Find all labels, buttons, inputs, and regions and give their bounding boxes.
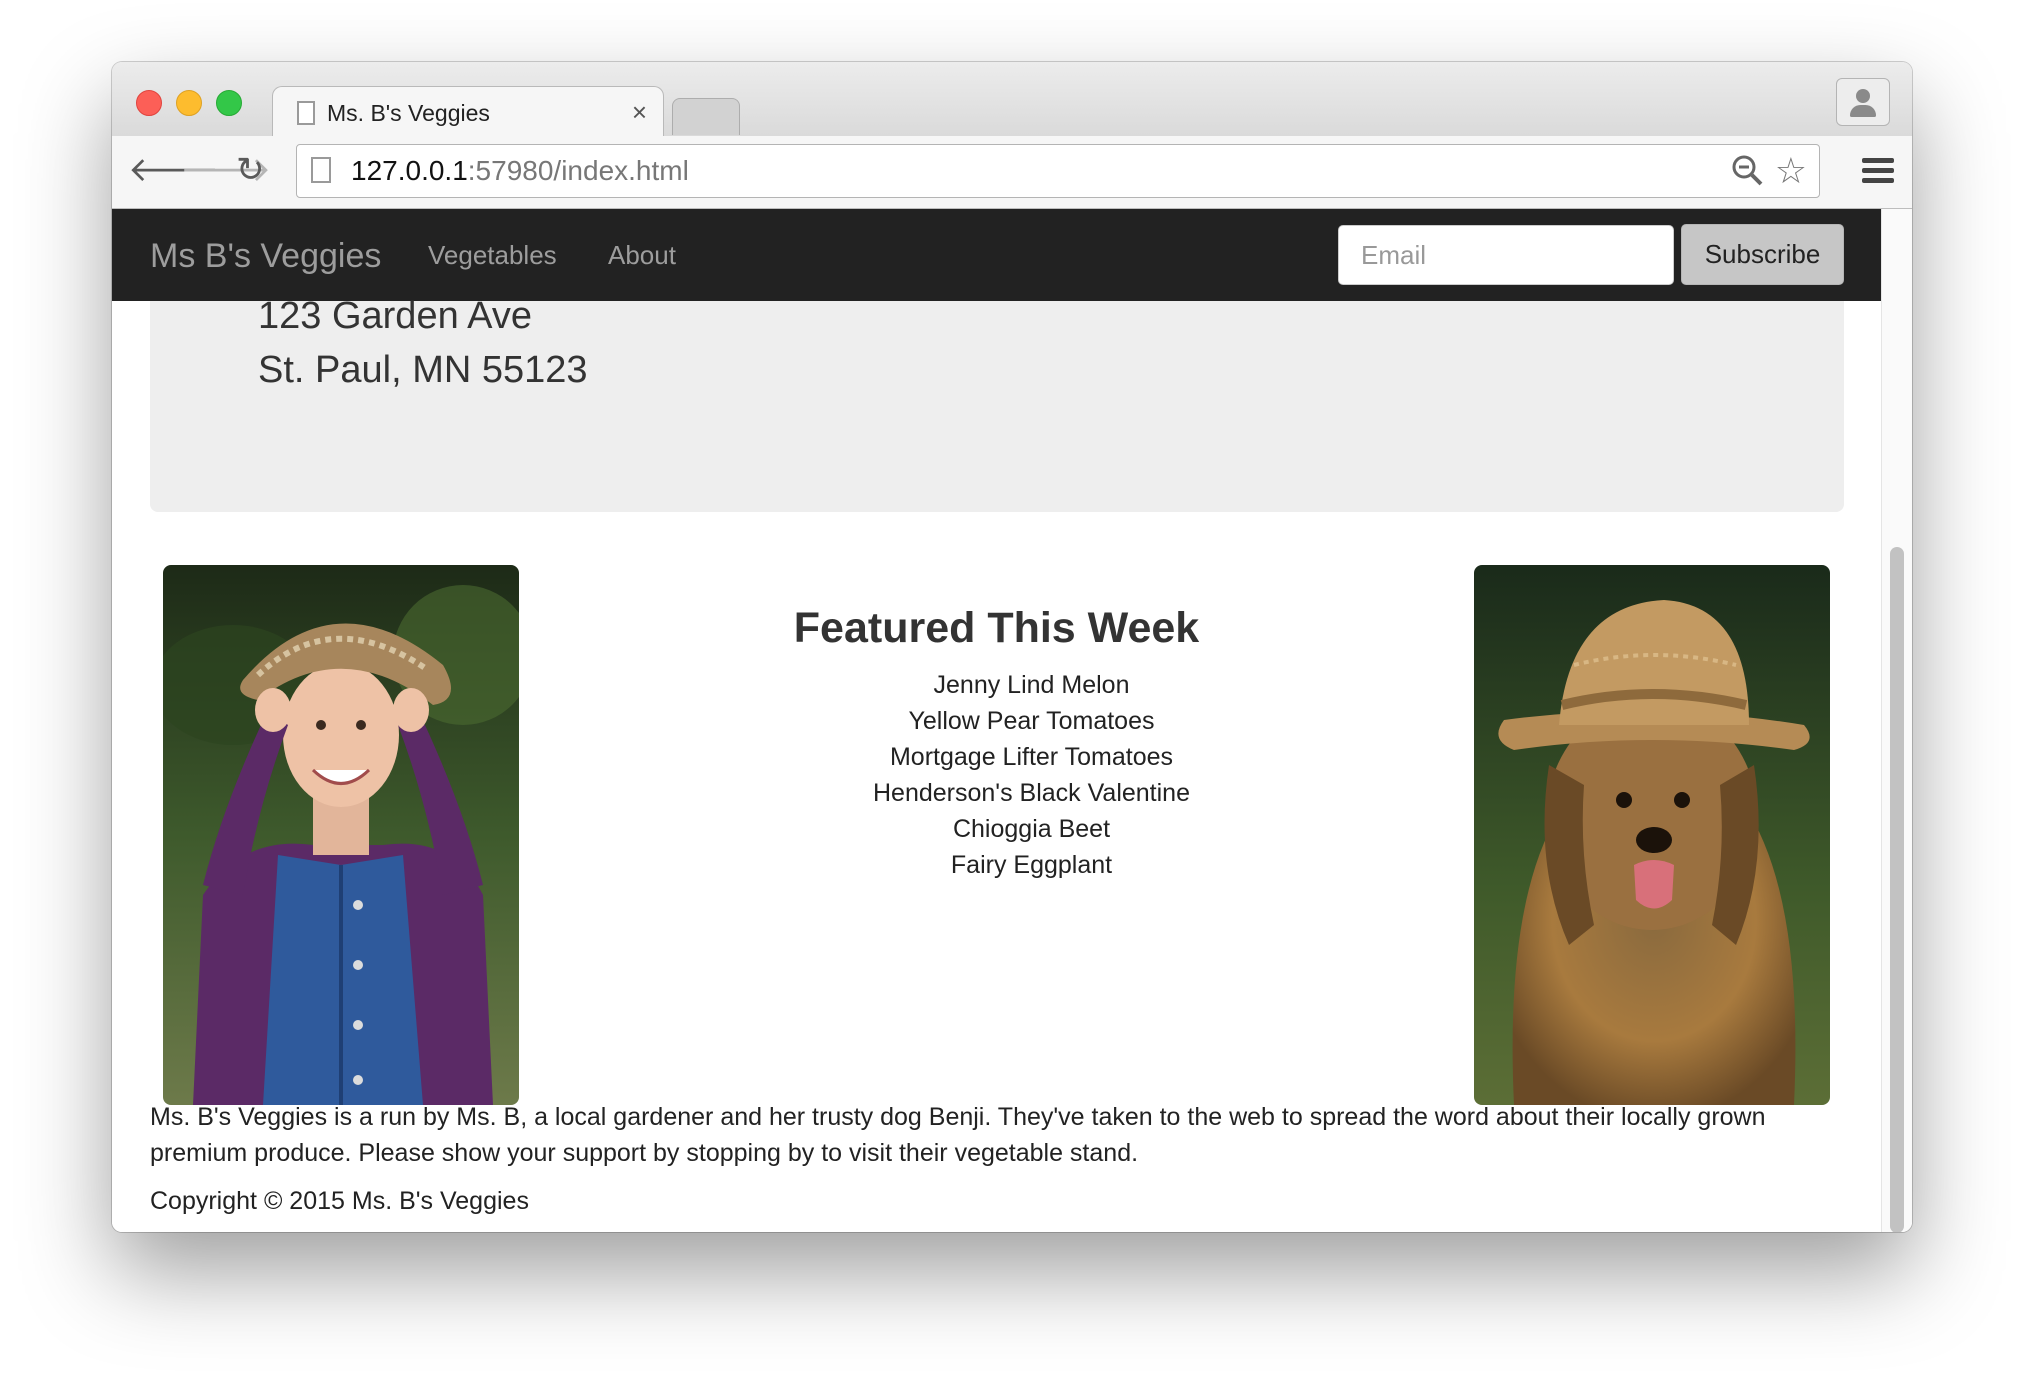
scrollbar-thumb[interactable]	[1890, 547, 1904, 1232]
address-jumbotron: 123 Garden Ave St. Paul, MN 55123	[150, 295, 1844, 512]
about-description: Ms. B's Veggies is a run by Ms. B, a loc…	[150, 1103, 1766, 1167]
title-bar: Ms. B's Veggies ×	[112, 62, 1912, 141]
profile-head-shape	[1856, 89, 1870, 103]
email-input[interactable]	[1338, 225, 1674, 285]
zoom-icon[interactable]	[1731, 154, 1763, 193]
browser-tab[interactable]: Ms. B's Veggies ×	[272, 86, 664, 141]
page-icon	[311, 157, 331, 183]
scrollbar-track[interactable]	[1881, 209, 1912, 1232]
nav-link-vegetables[interactable]: Vegetables	[428, 240, 557, 271]
site-navbar: Ms B's Veggies Vegetables About Subscrib…	[112, 209, 1881, 301]
page-icon	[297, 101, 315, 125]
browser-toolbar: 🡐 🡒 ↻ 127.0.0.1:57980/index.html ☆	[112, 136, 1912, 209]
url-path: :57980/index.html	[467, 155, 689, 186]
subscribe-button[interactable]: Subscribe	[1681, 224, 1844, 285]
close-window-button[interactable]	[136, 90, 162, 116]
page-viewport: Ms B's Veggies Vegetables About Subscrib…	[112, 209, 1912, 1232]
copyright-text: Copyright © 2015 Ms. B's Veggies	[150, 1187, 529, 1215]
tab-close-icon[interactable]: ×	[632, 97, 647, 128]
hamburger-menu-icon[interactable]	[1862, 158, 1894, 188]
url-host: 127.0.0.1	[351, 155, 468, 186]
address-bar[interactable]: 127.0.0.1:57980/index.html ☆	[296, 144, 1820, 198]
minimize-window-button[interactable]	[176, 90, 202, 116]
brand-link[interactable]: Ms B's Veggies	[150, 237, 381, 276]
address-line-2: St. Paul, MN 55123	[258, 349, 588, 391]
tab-title: Ms. B's Veggies	[327, 100, 490, 126]
profile-body-shape	[1850, 105, 1876, 117]
maximize-window-button[interactable]	[216, 90, 242, 116]
dog-photo	[1474, 565, 1830, 1105]
url-text[interactable]: 127.0.0.1:57980/index.html	[351, 155, 689, 187]
browser-window: Ms. B's Veggies × 🡐 🡒 ↻ 127.0.0.1:57980/…	[112, 62, 1912, 1232]
star-icon[interactable]: ☆	[1775, 150, 1807, 192]
address-line-1: 123 Garden Ave	[258, 295, 532, 337]
nav-link-about[interactable]: About	[608, 240, 676, 271]
profile-icon[interactable]	[1836, 78, 1890, 126]
new-tab-button[interactable]	[672, 98, 740, 135]
reload-icon[interactable]: ↻	[236, 148, 265, 192]
